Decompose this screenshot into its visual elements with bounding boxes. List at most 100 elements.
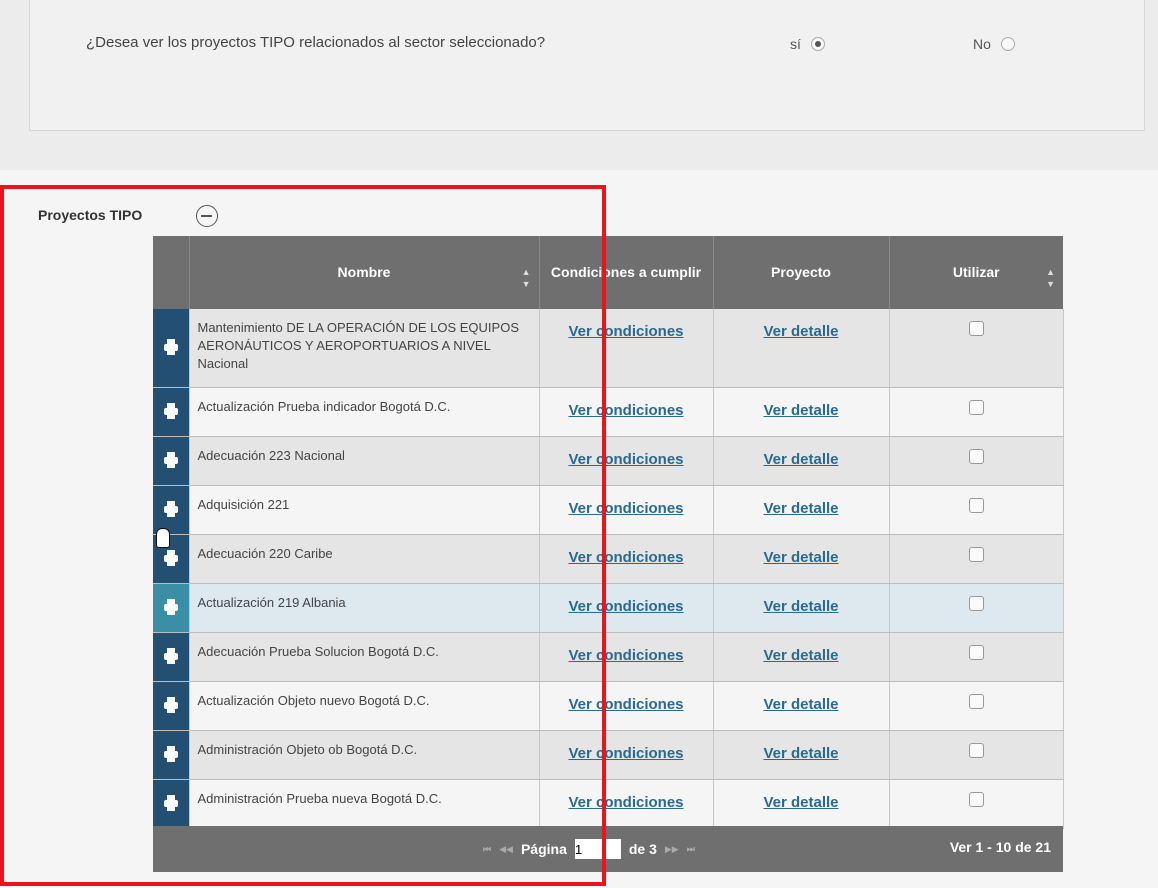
conditions-link[interactable]: Ver condiciones: [568, 402, 683, 419]
conditions-link[interactable]: Ver condiciones: [568, 696, 683, 713]
first-page-icon[interactable]: ⏮: [483, 844, 491, 855]
project-name: Adecuación 220 Caribe: [197, 546, 333, 561]
header-name[interactable]: Nombre ▲ ▼: [189, 236, 540, 309]
use-checkbox[interactable]: [968, 694, 984, 709]
table-row: Actualización Prueba indicador Bogotá D.…: [153, 387, 1064, 437]
table-row: Adecuación 220 Caribe Ver condiciones Ve…: [153, 534, 1064, 584]
table-header-row: Nombre ▲ ▼ Condiciones a cumplir Proyecto …: [153, 236, 1063, 309]
detail-link[interactable]: Ver detalle: [763, 696, 838, 713]
radio-yes-label: sí: [790, 36, 801, 52]
radio-no-circle[interactable]: [1000, 37, 1015, 51]
project-name: Administración Objeto ob Bogotá D.C.: [197, 742, 418, 757]
conditions-link[interactable]: Ver condiciones: [568, 794, 683, 811]
sort-icon: ▲ ▼: [521, 267, 531, 290]
detail-link[interactable]: Ver detalle: [763, 549, 838, 566]
conditions-link[interactable]: Ver condiciones: [568, 745, 683, 762]
printer-icon: [163, 794, 178, 811]
conditions-link[interactable]: Ver condiciones: [568, 549, 683, 566]
print-button[interactable]: [153, 387, 190, 437]
printer-icon: [163, 745, 178, 762]
pager-summary: Ver 1 - 10 de 21: [949, 839, 1051, 855]
page-label: Página: [520, 841, 567, 857]
printer-icon: [163, 338, 178, 355]
use-checkbox[interactable]: [968, 498, 984, 513]
printer-icon: [163, 451, 178, 468]
project-name: Adecuación 223 Nacional: [197, 448, 345, 463]
detail-link[interactable]: Ver detalle: [763, 402, 838, 419]
detail-link[interactable]: Ver detalle: [763, 794, 838, 811]
use-checkbox[interactable]: [968, 596, 984, 611]
print-button[interactable]: [153, 309, 190, 388]
header-icon-col: [153, 236, 190, 309]
prev-page-icon[interactable]: ◀◀: [499, 844, 513, 855]
next-page-icon[interactable]: ▶▶: [665, 844, 679, 855]
question-text: ¿Desea ver los proyectos TIPO relacionad…: [86, 34, 546, 51]
pager-nav: ⏮ ◀◀ Página de 3 ▶▶ ⏭: [483, 839, 695, 859]
use-checkbox[interactable]: [968, 321, 984, 336]
printer-icon: [163, 500, 178, 517]
project-name: Mantenimiento DE LA OPERACIÓN DE LOS EQU…: [197, 320, 520, 371]
conditions-link[interactable]: Ver condiciones: [568, 451, 683, 468]
project-name: Adquisición 221: [197, 497, 290, 512]
project-name: Adecuación Prueba Solucion Bogotá D.C.: [197, 644, 439, 659]
table-row: Actualización 219 Albania Ver condicione…: [153, 583, 1064, 633]
pager: ⏮ ◀◀ Página de 3 ▶▶ ⏭ Ver 1 - 10 de 21: [153, 826, 1063, 872]
use-checkbox[interactable]: [968, 743, 984, 758]
use-checkbox[interactable]: [968, 400, 984, 415]
radio-no[interactable]: No: [973, 36, 1015, 52]
print-button[interactable]: [153, 485, 190, 535]
printer-icon: [163, 696, 178, 713]
printer-icon: [163, 549, 178, 566]
conditions-link[interactable]: Ver condiciones: [568, 500, 683, 517]
print-button[interactable]: [153, 779, 190, 829]
header-use[interactable]: Utilizar ▲ ▼: [889, 236, 1063, 309]
print-button[interactable]: [153, 583, 190, 633]
detail-link[interactable]: Ver detalle: [763, 323, 838, 340]
conditions-link[interactable]: Ver condiciones: [568, 598, 683, 615]
project-name: Actualización Objeto nuevo Bogotá D.C.: [197, 693, 430, 708]
radio-yes-circle[interactable]: [810, 37, 825, 51]
printer-icon: [163, 647, 178, 664]
print-button[interactable]: [153, 681, 190, 731]
table-row: Adecuación 223 Nacional Ver condiciones …: [153, 436, 1064, 486]
detail-link[interactable]: Ver detalle: [763, 598, 838, 615]
last-page-icon[interactable]: ⏭: [687, 844, 695, 855]
table-row: Administración Objeto ob Bogotá D.C. Ver…: [153, 730, 1064, 780]
project-name: Actualización Prueba indicador Bogotá D.…: [197, 399, 451, 414]
radio-no-label: No: [973, 36, 991, 52]
hand-cursor-icon: [156, 528, 170, 548]
table-row: Adecuación Prueba Solucion Bogotá D.C. V…: [153, 632, 1064, 682]
detail-link[interactable]: Ver detalle: [763, 647, 838, 664]
printer-icon: [163, 402, 178, 419]
table-row: Administración Prueba nueva Bogotá D.C. …: [153, 779, 1064, 829]
project-name: Administración Prueba nueva Bogotá D.C.: [197, 791, 442, 806]
page-count: de 3: [628, 841, 657, 857]
detail-link[interactable]: Ver detalle: [763, 451, 838, 468]
question-panel: ¿Desea ver los proyectos TIPO relacionad…: [0, 0, 1158, 170]
projects-table: Nombre ▲ ▼ Condiciones a cumplir Proyecto …: [153, 236, 1064, 829]
print-button[interactable]: [153, 436, 190, 486]
table-row: Mantenimiento DE LA OPERACIÓN DE LOS EQU…: [153, 309, 1064, 388]
use-checkbox[interactable]: [968, 645, 984, 660]
use-checkbox[interactable]: [968, 449, 984, 464]
table-row: Adquisición 221 Ver condiciones Ver deta…: [153, 485, 1064, 535]
use-checkbox[interactable]: [968, 792, 984, 807]
sort-icon: ▲ ▼: [1046, 267, 1055, 290]
project-name: Actualización 219 Albania: [197, 595, 346, 610]
conditions-link[interactable]: Ver condiciones: [568, 647, 683, 664]
projects-section: Proyectos TIPO Nombre ▲ ▼ Condiciones a cu…: [0, 170, 1158, 888]
page-input[interactable]: [574, 839, 621, 859]
conditions-link[interactable]: Ver condiciones: [568, 323, 683, 340]
section-title: Proyectos TIPO: [38, 207, 143, 223]
print-button[interactable]: [153, 632, 190, 682]
table-row: Actualización Objeto nuevo Bogotá D.C. V…: [153, 681, 1064, 731]
print-button[interactable]: [153, 730, 190, 780]
header-project: Proyecto: [713, 236, 890, 309]
printer-icon: [163, 598, 178, 615]
use-checkbox[interactable]: [968, 547, 984, 562]
minus-circle-icon[interactable]: [196, 205, 218, 227]
detail-link[interactable]: Ver detalle: [763, 745, 838, 762]
radio-yes[interactable]: sí: [790, 36, 825, 52]
detail-link[interactable]: Ver detalle: [763, 500, 838, 517]
header-conditions: Condiciones a cumplir: [539, 236, 714, 309]
